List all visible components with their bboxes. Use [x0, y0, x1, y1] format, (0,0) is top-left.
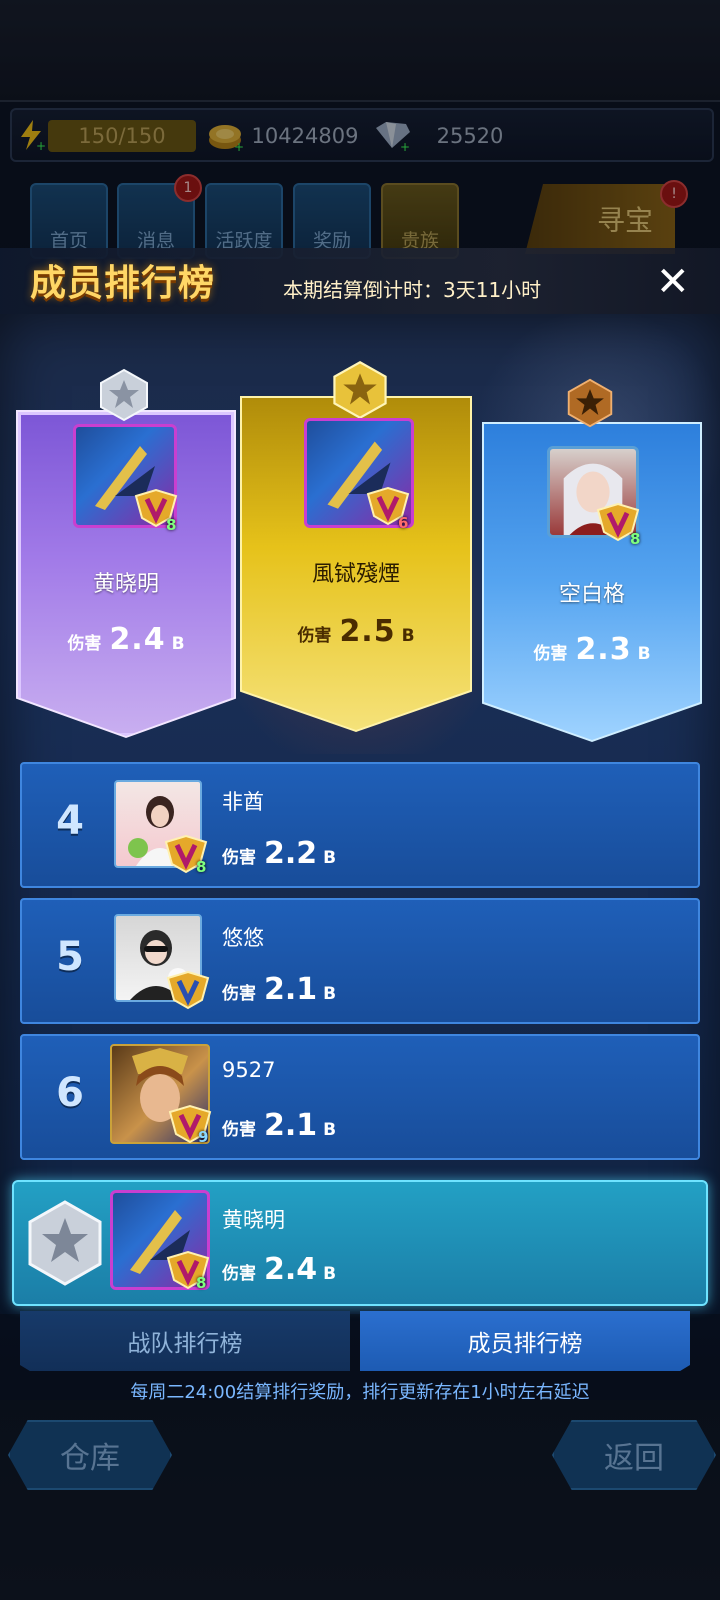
damage: 伤害 2.4 B — [222, 1252, 337, 1287]
player-name: 悠悠 — [222, 926, 264, 950]
player-name: 非酋 — [222, 790, 264, 814]
rank-number: 5 — [56, 934, 84, 980]
close-button[interactable]: ✕ — [656, 262, 690, 302]
rank-number: 6 — [56, 1070, 84, 1116]
player-name: 空白格 — [558, 582, 625, 607]
damage: 伤害 2.5 B — [297, 614, 415, 649]
damage: 伤害 2.2 B — [222, 836, 337, 871]
vip-level: 6 — [398, 514, 409, 532]
silver-star-medal-icon — [28, 1200, 102, 1286]
damage: 伤害 2.3 B — [533, 632, 651, 667]
vip-level: 8 — [166, 516, 177, 534]
player-name: 風铽殘煙 — [311, 562, 400, 587]
panel-title: 成员排行榜 — [30, 263, 216, 304]
silver-star-medal-icon — [100, 368, 148, 422]
player-name: 黄晓明 — [222, 1208, 285, 1232]
tab-member-ranking[interactable]: 成员排行榜 — [360, 1311, 690, 1371]
vip-level: 8 — [630, 530, 641, 548]
countdown-label: 本期结算倒计时：3天11小时 — [283, 278, 542, 302]
damage: 伤害 2.1 B — [222, 1108, 337, 1143]
damage: 伤害 2.1 B — [222, 972, 337, 1007]
player-name: 9527 — [222, 1058, 276, 1082]
vip-badge-icon — [166, 970, 210, 1010]
rank-number: 4 — [56, 798, 84, 844]
vip-level: 8 — [196, 858, 207, 876]
player-name: 黄晓明 — [92, 572, 159, 597]
vip-level: 9 — [198, 1128, 209, 1146]
gold-star-medal-icon — [333, 360, 387, 420]
damage: 伤害 2.4 B — [67, 622, 185, 657]
bronze-star-medal-icon — [567, 378, 613, 428]
settlement-note: 每周二24:00结算排行奖励，排行更新存在1小时左右延迟 — [130, 1382, 590, 1403]
vip-level: 8 — [196, 1274, 207, 1292]
tab-team-ranking[interactable]: 战队排行榜 — [20, 1311, 350, 1371]
